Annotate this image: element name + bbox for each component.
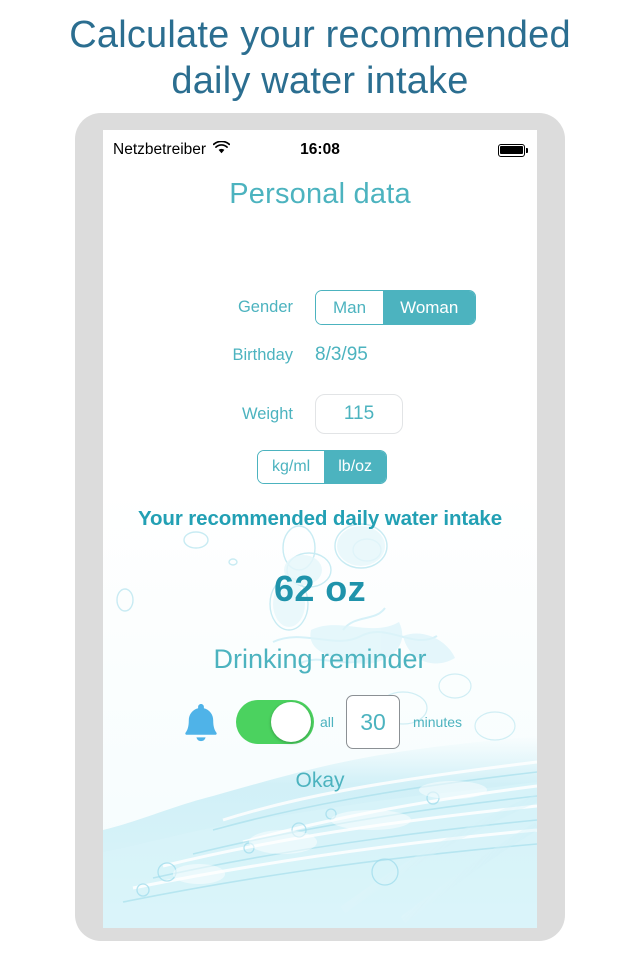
units-option-imperial[interactable]: lb/oz xyxy=(324,451,387,483)
status-bar: Netzbetreiber 16:08 xyxy=(103,130,537,170)
result-value: 62 oz xyxy=(273,568,367,609)
promo-headline-line1: Calculate your recommended xyxy=(69,14,571,56)
weight-input[interactable]: 115 xyxy=(315,394,403,434)
status-bar-time: 16:08 xyxy=(300,141,340,158)
promo-headline: Calculate your recommended daily water i… xyxy=(0,12,640,105)
gender-row: Gender Man Woman xyxy=(103,290,537,325)
gender-label: Gender xyxy=(237,298,293,316)
page-title: Personal data xyxy=(229,178,411,210)
okay-button[interactable]: Okay xyxy=(103,769,537,793)
gender-option-woman[interactable]: Woman xyxy=(383,291,476,324)
status-bar-right xyxy=(498,143,528,157)
units-segmented-control[interactable]: kg/ml lb/oz xyxy=(257,450,388,484)
gender-segmented-control[interactable]: Man Woman xyxy=(315,290,477,325)
birthday-value[interactable]: 8/3/95 xyxy=(315,344,368,366)
battery-cap-icon xyxy=(526,147,528,153)
reminder-toggle-knob[interactable] xyxy=(270,702,311,742)
birthday-row[interactable]: Birthday 8/3/95 xyxy=(103,344,537,366)
reminder-prefix-label: all xyxy=(319,714,334,730)
reminder-interval-input[interactable]: 30 xyxy=(345,695,400,749)
birthday-label: Birthday xyxy=(232,345,293,364)
bell-icon xyxy=(178,699,224,745)
gender-option-man[interactable]: Man xyxy=(316,291,384,324)
reminder-toggle[interactable] xyxy=(235,700,314,744)
reminder-unit-label: minutes xyxy=(412,714,463,730)
battery-full-icon xyxy=(498,143,525,157)
device-frame: Netzbetreiber 16:08 Personal data Gender… xyxy=(75,113,565,941)
device-screen: Netzbetreiber 16:08 Personal data Gender… xyxy=(103,130,537,928)
app-content: Personal data Gender Man Woman Birthday … xyxy=(103,130,537,928)
reminder-row: all 30 minutes xyxy=(103,695,537,749)
promo-headline-line2: daily water intake xyxy=(171,60,469,103)
reminder-title: Drinking reminder xyxy=(213,644,427,674)
result-heading: Your recommended daily water intake xyxy=(137,507,503,530)
weight-label: Weight xyxy=(241,404,293,423)
units-option-metric[interactable]: kg/ml xyxy=(258,451,325,483)
weight-row: Weight 115 xyxy=(103,394,537,434)
